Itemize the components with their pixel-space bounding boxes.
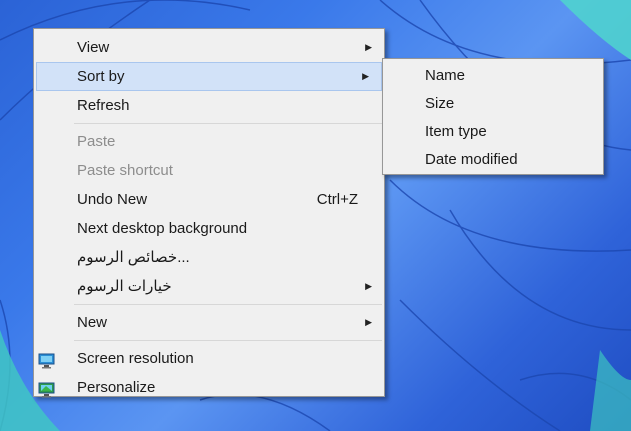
submenu-item-date-modified[interactable]: Date modified bbox=[383, 146, 603, 174]
submenu-arrow-icon: ▶ bbox=[362, 71, 369, 81]
submenu-item-label: Date modified bbox=[425, 151, 518, 168]
menu-item-refresh[interactable]: Refresh bbox=[34, 91, 384, 120]
display-icon bbox=[38, 350, 56, 369]
menu-item-label: Paste shortcut bbox=[77, 162, 173, 179]
menu-item-label: Next desktop background bbox=[77, 220, 248, 237]
menu-item-next-desktop-background[interactable]: Next desktop background bbox=[34, 214, 384, 243]
menu-item-shortcut: Ctrl+Z bbox=[316, 191, 358, 208]
menu-item-view[interactable]: View ▶ bbox=[34, 33, 384, 62]
menu-item-sort-by[interactable]: Sort by ▶ bbox=[36, 62, 382, 91]
menu-item-label: خيارات الرسوم bbox=[77, 278, 172, 295]
personalize-icon bbox=[38, 379, 56, 398]
menu-item-label: Personalize bbox=[77, 379, 156, 396]
submenu-item-label: Item type bbox=[425, 123, 487, 140]
menu-separator bbox=[74, 340, 382, 341]
menu-separator bbox=[74, 123, 382, 124]
menu-item-graphics-properties[interactable]: ...خصائص الرسوم bbox=[34, 243, 384, 272]
menu-item-new[interactable]: New ▶ bbox=[34, 308, 384, 337]
desktop-context-menu: View ▶ Sort by ▶ Refresh Paste Paste sho… bbox=[33, 28, 385, 398]
submenu-item-label: Size bbox=[425, 95, 455, 112]
sort-by-submenu: Name Size Item type Date modified bbox=[382, 58, 604, 175]
menu-item-label: Refresh bbox=[77, 97, 130, 114]
menu-item-label: Screen resolution bbox=[77, 350, 194, 367]
menu-separator bbox=[74, 304, 382, 305]
menu-item-paste: Paste bbox=[34, 127, 384, 156]
submenu-item-label: Name bbox=[425, 67, 466, 84]
submenu-item-size[interactable]: Size bbox=[383, 90, 603, 118]
menu-item-personalize[interactable]: Personalize bbox=[34, 373, 384, 402]
menu-item-label: View bbox=[77, 39, 110, 56]
submenu-arrow-icon: ▶ bbox=[365, 317, 372, 327]
menu-item-label: Undo New bbox=[77, 191, 148, 208]
menu-item-label: ...خصائص الرسوم bbox=[77, 249, 190, 266]
menu-item-screen-resolution[interactable]: Screen resolution bbox=[34, 344, 384, 373]
menu-item-label: Sort by bbox=[77, 68, 125, 85]
menu-item-paste-shortcut: Paste shortcut bbox=[34, 156, 384, 185]
menu-item-label: Paste bbox=[77, 133, 116, 150]
menu-item-label: New bbox=[77, 314, 108, 331]
submenu-arrow-icon: ▶ bbox=[365, 281, 372, 291]
submenu-item-item-type[interactable]: Item type bbox=[383, 118, 603, 146]
submenu-item-name[interactable]: Name bbox=[383, 62, 603, 90]
menu-item-graphics-options[interactable]: خيارات الرسوم ▶ bbox=[34, 272, 384, 301]
submenu-arrow-icon: ▶ bbox=[365, 42, 372, 52]
menu-item-undo-new[interactable]: Undo New Ctrl+Z bbox=[34, 185, 384, 214]
